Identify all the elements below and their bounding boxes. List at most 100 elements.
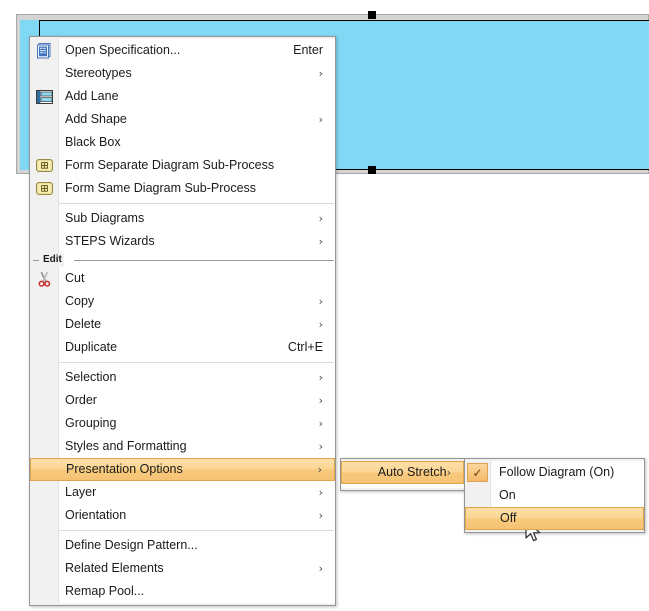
context-menu[interactable]: Open Specification... Enter Stereotypes › Ad… bbox=[29, 36, 336, 606]
menu-item-define-design-pattern[interactable]: Define Design Pattern... bbox=[30, 534, 335, 557]
menu-item-label: Cut bbox=[65, 271, 85, 285]
sub-process-icon bbox=[35, 159, 53, 172]
icon-slot-empty bbox=[30, 504, 58, 527]
menu-item-label: Grouping bbox=[65, 416, 117, 430]
menu-item-label: Define Design Pattern... bbox=[65, 538, 198, 552]
menu-item-sub-diagrams[interactable]: Sub Diagrams › bbox=[30, 207, 335, 230]
menu-item-black-box[interactable]: Black Box bbox=[30, 131, 335, 154]
checkmark-slot: ✓ bbox=[465, 461, 490, 484]
menu-item-steps-wizards[interactable]: STEPS Wizards › bbox=[30, 230, 335, 253]
icon-slot-empty bbox=[30, 62, 58, 85]
menu-item-follow-diagram-on[interactable]: ✓ Follow Diagram (On) bbox=[465, 461, 644, 484]
chevron-right-icon: › bbox=[318, 417, 323, 430]
cut-icon-slot bbox=[30, 267, 58, 290]
menu-item-off[interactable]: Off bbox=[465, 507, 644, 530]
checkmark-slot-empty bbox=[465, 484, 490, 507]
menu-item-label: Remap Pool... bbox=[65, 584, 145, 598]
menu-item-label: Layer bbox=[65, 485, 97, 499]
submenu-auto-stretch-items: ✓ Follow Diagram (On) On Off bbox=[465, 461, 644, 530]
menu-item-open-specification[interactable]: Open Specification... Enter bbox=[30, 39, 335, 62]
check-icon: ✓ bbox=[467, 463, 488, 482]
menu-item-add-lane[interactable]: Add Lane bbox=[30, 85, 335, 108]
specification-icon bbox=[36, 42, 52, 59]
icon-slot-empty bbox=[30, 534, 58, 557]
sub-process-icon bbox=[35, 182, 53, 195]
menu-item-label: Copy bbox=[65, 294, 95, 308]
icon-slot-empty bbox=[30, 580, 58, 603]
menu-item-label: Sub Diagrams bbox=[65, 211, 145, 225]
menu-item-label: On bbox=[499, 488, 516, 502]
menu-item-label: Follow Diagram (On) bbox=[499, 465, 615, 479]
menu-item-label: Presentation Options bbox=[66, 462, 183, 476]
context-menu-items: Open Specification... Enter Stereotypes › Ad… bbox=[30, 39, 335, 603]
chevron-right-icon: › bbox=[318, 212, 323, 225]
icon-slot-empty bbox=[30, 207, 58, 230]
menu-item-label: Form Separate Diagram Sub-Process bbox=[65, 158, 275, 172]
menu-separator bbox=[30, 200, 335, 207]
menu-item-label: Selection bbox=[65, 370, 117, 384]
submenu-presentation-options[interactable]: Auto Stretch › bbox=[340, 458, 465, 491]
chevron-right-icon: › bbox=[318, 295, 323, 308]
menu-item-add-shape[interactable]: Add Shape › bbox=[30, 108, 335, 131]
menu-item-copy[interactable]: Copy › bbox=[30, 290, 335, 313]
menu-item-selection[interactable]: Selection › bbox=[30, 366, 335, 389]
submenu-auto-stretch[interactable]: ✓ Follow Diagram (On) On Off bbox=[464, 458, 645, 533]
menu-item-orientation[interactable]: Orientation › bbox=[30, 504, 335, 527]
selection-handle-bottom[interactable] bbox=[368, 166, 376, 174]
chevron-right-icon: › bbox=[318, 509, 323, 522]
icon-slot-empty bbox=[30, 108, 58, 131]
menu-item-duplicate[interactable]: Duplicate Ctrl+E bbox=[30, 336, 335, 359]
menu-item-form-same-diagram-sub-process[interactable]: Form Same Diagram Sub-Process bbox=[30, 177, 335, 200]
icon-slot-empty bbox=[30, 481, 58, 504]
chevron-right-icon: › bbox=[318, 113, 323, 126]
menu-item-label: Orientation bbox=[65, 508, 127, 522]
screen: Company Open Specification...EnterStereo… bbox=[0, 0, 649, 611]
chevron-right-icon: › bbox=[317, 463, 322, 476]
chevron-right-icon: › bbox=[318, 440, 323, 453]
check-glyph: ✓ bbox=[472, 465, 483, 480]
menu-item-delete[interactable]: Delete › bbox=[30, 313, 335, 336]
menu-item-stereotypes[interactable]: Stereotypes › bbox=[30, 62, 335, 85]
cut-icon bbox=[37, 271, 52, 287]
menu-item-label: Auto Stretch bbox=[377, 465, 447, 479]
icon-slot-empty bbox=[30, 435, 58, 458]
menu-item-label: Off bbox=[500, 511, 517, 525]
menu-item-label: Add Shape bbox=[65, 112, 127, 126]
menu-item-presentation-options[interactable]: Presentation Options › bbox=[30, 458, 335, 481]
menu-item-layer[interactable]: Layer › bbox=[30, 481, 335, 504]
menu-item-auto-stretch[interactable]: Auto Stretch › bbox=[341, 461, 464, 484]
menu-item-label: Order bbox=[65, 393, 97, 407]
selection-handle-top[interactable] bbox=[368, 11, 376, 19]
chevron-right-icon: › bbox=[446, 466, 451, 479]
icon-slot-empty bbox=[30, 290, 58, 313]
menu-item-cut[interactable]: Cut bbox=[30, 267, 335, 290]
separator-line-left bbox=[33, 260, 39, 261]
separator-line-right bbox=[74, 260, 334, 261]
add-lane-icon bbox=[35, 89, 53, 104]
menu-item-order[interactable]: Order › bbox=[30, 389, 335, 412]
menu-group-separator: Edit bbox=[30, 253, 335, 267]
icon-slot-empty bbox=[30, 389, 58, 412]
chevron-right-icon: › bbox=[318, 318, 323, 331]
menu-item-styles-and-formatting[interactable]: Styles and Formatting › bbox=[30, 435, 335, 458]
icon-slot-empty bbox=[31, 458, 59, 481]
chevron-right-icon: › bbox=[318, 394, 323, 407]
menu-item-form-separate-diagram-sub-process[interactable]: Form Separate Diagram Sub-Process bbox=[30, 154, 335, 177]
icon-slot-empty bbox=[30, 557, 58, 580]
menu-item-shortcut: Ctrl+E bbox=[287, 340, 323, 354]
menu-item-grouping[interactable]: Grouping › bbox=[30, 412, 335, 435]
menu-separator bbox=[30, 527, 335, 534]
sub-process-icon-slot bbox=[30, 177, 58, 200]
chevron-right-icon: › bbox=[318, 562, 323, 575]
menu-separator bbox=[30, 359, 335, 366]
icon-slot-empty bbox=[30, 336, 58, 359]
menu-item-label: Duplicate bbox=[65, 340, 118, 354]
menu-item-related-elements[interactable]: Related Elements › bbox=[30, 557, 335, 580]
menu-item-remap-pool[interactable]: Remap Pool... bbox=[30, 580, 335, 603]
submenu-presentation-options-items: Auto Stretch › bbox=[341, 461, 464, 484]
icon-slot-empty bbox=[30, 230, 58, 253]
specification-icon-slot bbox=[30, 39, 58, 62]
menu-item-on[interactable]: On bbox=[465, 484, 644, 507]
menu-group-label: Edit bbox=[41, 253, 64, 267]
checkmark-slot-empty bbox=[466, 507, 491, 530]
